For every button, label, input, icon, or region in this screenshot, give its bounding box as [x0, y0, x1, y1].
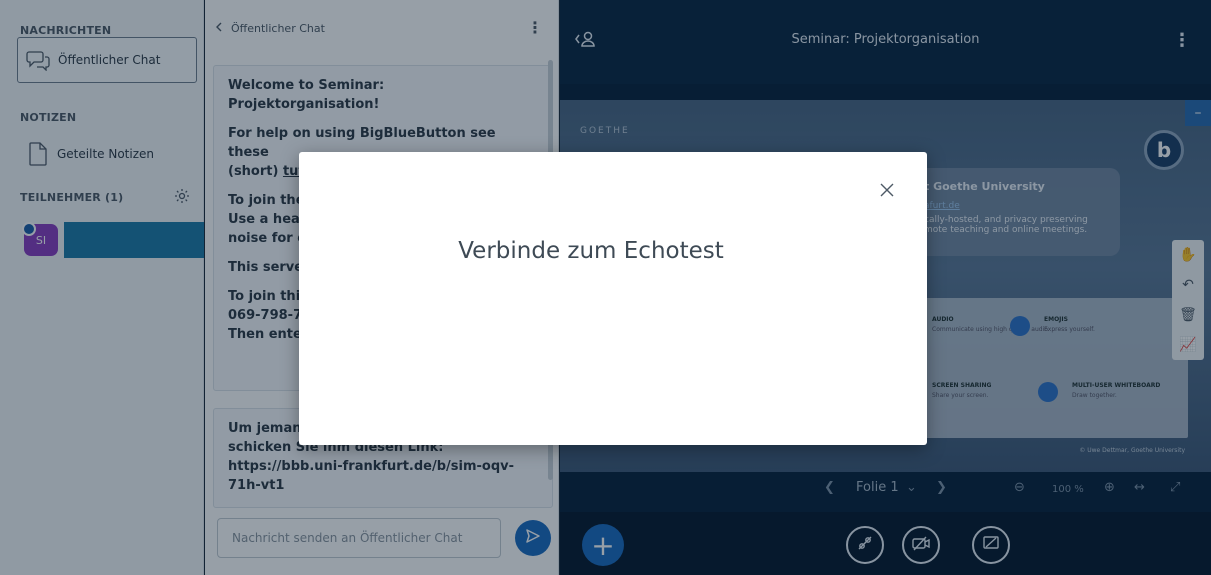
close-icon[interactable] [877, 180, 897, 200]
modal-title: Verbinde zum Echotest [458, 238, 724, 264]
echo-test-modal: Verbinde zum Echotest [299, 152, 927, 445]
